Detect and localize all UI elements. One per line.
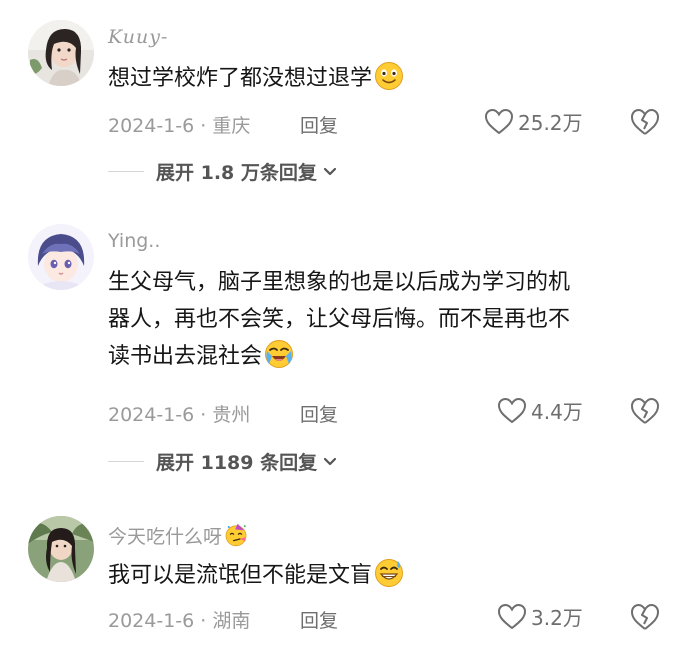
like-count: 3.2万 xyxy=(531,606,583,630)
comment-item: 今天吃什么呀 我可以是流氓但不能是文盲 2024-1-6 · 湖南 回复 3.2… xyxy=(0,0,690,649)
username-text: 今天吃什么呀 xyxy=(108,526,223,548)
username[interactable]: 今天吃什么呀 xyxy=(108,522,248,549)
avatar[interactable] xyxy=(28,516,94,582)
like-button[interactable]: 3.2万 xyxy=(497,602,583,631)
comment-text: 我可以是流氓但不能是文盲 xyxy=(108,557,668,594)
grinning-sweat-face-emoji xyxy=(375,559,404,587)
date-location: 2024-1-6 · 湖南 xyxy=(108,610,251,632)
broken-heart-icon[interactable] xyxy=(630,602,660,632)
heart-icon xyxy=(497,603,527,629)
comment-text-content: 我可以是流氓但不能是文盲 xyxy=(108,563,373,588)
partying-face-emoji xyxy=(225,523,247,547)
reply-button[interactable]: 回复 xyxy=(300,606,338,633)
